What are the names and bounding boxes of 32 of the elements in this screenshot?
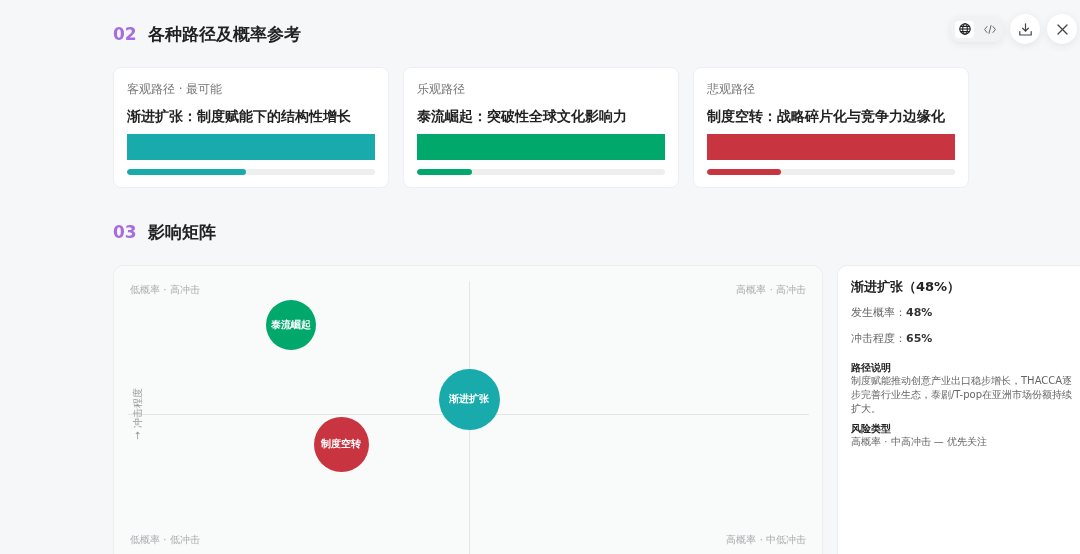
axis-label: → 冲击程度 <box>132 388 144 440</box>
view-toggle[interactable] <box>955 20 974 38</box>
section-number: 02 <box>113 24 137 44</box>
quadrant-label: 高概率 · 中低冲击 <box>726 533 806 546</box>
scenario-bubble[interactable]: 渐进扩张 <box>438 368 500 430</box>
quadrant-label: 低概率 · 高冲击 <box>130 283 200 296</box>
scenario-bubble[interactable]: 制度空转 <box>313 416 369 472</box>
block-heading: 路径说明 <box>851 361 892 374</box>
quadrant-label: 低概率 · 低冲击 <box>130 533 200 546</box>
scenario-bubble[interactable]: 泰流崛起 <box>266 300 316 350</box>
download-icon <box>1018 22 1032 36</box>
block-text: 高概率 · 中高冲击 — 优先关注 <box>851 435 988 449</box>
section-title: 各种路径及概率参考 <box>147 22 301 46</box>
block-heading: 风险类型 <box>851 422 892 435</box>
detail-title: 渐进扩张（48%） <box>851 278 962 296</box>
card-title: 泰流崛起：突破性全球文化影响力 <box>417 107 628 126</box>
block-text: 制度赋能推动创意产业出口稳步增长，THACCA逐步完善行业生态，泰剧/T-pop在亚洲市场份额持续扩大。 <box>851 374 1074 416</box>
code-icon <box>983 24 996 34</box>
quadrant-label: 高概率 · 高冲击 <box>736 283 806 296</box>
card-label: 乐观路径 <box>417 81 466 97</box>
card-label: 客观路径 · 最可能 <box>127 81 224 97</box>
card-label: 悲观路径 <box>707 81 756 97</box>
globe-icon <box>958 23 971 35</box>
stat-text: 冲击程度：65% <box>851 331 934 347</box>
download-button[interactable] <box>1010 14 1040 44</box>
close-button[interactable] <box>1047 14 1077 44</box>
card-title: 渐进扩张：制度赋能下的结构性增长 <box>127 107 352 126</box>
stat-text: 发生概率：48% <box>851 305 934 321</box>
section-number: 03 <box>113 222 137 242</box>
card-title: 制度空转：战略碎片化与竞争力边缘化 <box>707 107 946 126</box>
section-title: 影响矩阵 <box>147 220 216 244</box>
close-icon <box>1056 23 1068 35</box>
